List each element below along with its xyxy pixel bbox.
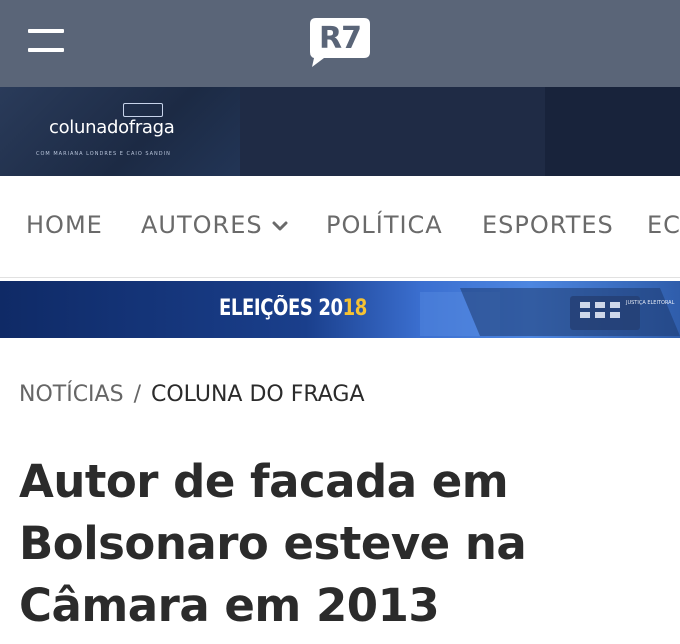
election-title-main: ELEIÇÕES 20 xyxy=(219,296,343,321)
column-banner-right-panel xyxy=(545,87,680,176)
breadcrumb-coluna-do-fraga[interactable]: COLUNA DO FRAGA xyxy=(151,382,365,407)
nav-item-autores[interactable]: AUTORES xyxy=(141,211,263,239)
chevron-down-icon[interactable] xyxy=(272,218,288,234)
headline-line: Câmara em 2013 xyxy=(19,579,440,632)
headline-line: Autor de facada em xyxy=(19,455,509,508)
breadcrumb-separator: / xyxy=(133,382,141,407)
r7-logo[interactable]: R7 xyxy=(308,16,372,68)
hamburger-menu-icon[interactable] xyxy=(28,29,64,53)
nav-item-esportes[interactable]: ESPORTES xyxy=(482,211,614,239)
voting-machine-icon: JUSTIÇA ELEITORAL xyxy=(420,288,680,336)
election-banner-title: ELEIÇÕES 2018 xyxy=(219,296,367,321)
logo-text: R7 xyxy=(319,21,362,56)
breadcrumb-noticias[interactable]: NOTÍCIAS xyxy=(19,382,124,407)
article-headline: Autor de facada em Bolsonaro esteve na C… xyxy=(19,451,669,637)
machine-label: JUSTIÇA ELEITORAL xyxy=(625,300,675,306)
breadcrumb: NOTÍCIAS / COLUNA DO FRAGA xyxy=(19,382,365,407)
nav-item-home[interactable]: HOME xyxy=(26,211,103,239)
headline-line: Bolsonaro esteve na xyxy=(19,517,527,570)
column-name: colunadofraga xyxy=(49,117,175,138)
column-subtitle: COM MARIANA LONDRES E CAIO SANDIN xyxy=(36,151,171,157)
election-title-accent: 18 xyxy=(342,296,368,321)
nav-item-economia[interactable]: EC xyxy=(647,211,680,239)
speech-bubble-icon xyxy=(123,103,163,117)
nav-item-politica[interactable]: POLÍTICA xyxy=(326,211,443,239)
hamburger-line xyxy=(28,48,64,52)
hamburger-line xyxy=(28,29,64,33)
